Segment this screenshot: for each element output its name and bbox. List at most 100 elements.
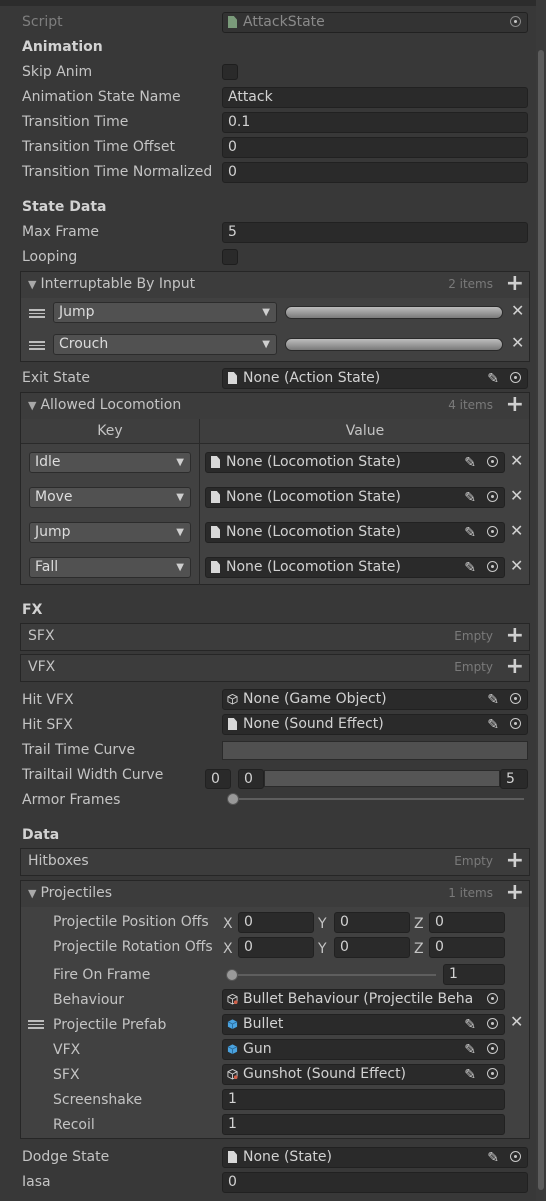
trail-width-max-field[interactable]: 5 (500, 769, 528, 789)
add-icon[interactable]: + (506, 392, 524, 417)
add-icon[interactable]: + (506, 654, 524, 679)
position-x-field[interactable]: 0 (238, 912, 314, 933)
trail-width-range-min-field[interactable]: 0 (238, 769, 264, 789)
pencil-icon[interactable]: ✎ (487, 370, 499, 388)
target-icon[interactable] (487, 561, 498, 572)
target-icon[interactable] (487, 526, 498, 537)
foldout-icon[interactable]: ▼ (28, 278, 36, 291)
dropdown-arrow-icon: ▼ (176, 527, 184, 538)
rotation-x-field[interactable]: 0 (238, 937, 314, 958)
behaviour-field[interactable]: Bullet Behaviour (Projectile Beha (222, 989, 505, 1010)
target-icon[interactable] (510, 16, 521, 27)
iasa-field[interactable]: 0 (222, 1172, 528, 1193)
vfx-list-header[interactable]: VFX Empty + (20, 654, 530, 682)
interruptable-list-header[interactable]: ▼ Interruptable By Input 2 items + (20, 271, 530, 299)
target-icon[interactable] (510, 693, 521, 704)
screenshake-field[interactable]: 1 (222, 1089, 505, 1110)
pencil-icon[interactable]: ✎ (464, 489, 476, 507)
pencil-icon[interactable]: ✎ (464, 524, 476, 542)
key-dropdown-idle[interactable]: Idle ▼ (29, 452, 191, 473)
hit-vfx-field[interactable]: None (Game Object) ✎ (222, 689, 528, 710)
list-item-slider[interactable] (285, 338, 503, 351)
trail-time-curve-field[interactable] (222, 741, 528, 760)
drag-handle-icon[interactable] (29, 339, 45, 351)
armor-frames-label: Armor Frames (22, 792, 121, 808)
state-data-header: State Data (22, 199, 107, 215)
add-icon[interactable]: + (506, 880, 524, 905)
target-icon[interactable] (487, 491, 498, 502)
value-field[interactable]: None (Locomotion State) ✎ (205, 557, 505, 578)
remove-icon[interactable]: ✕ (510, 556, 523, 575)
pencil-icon[interactable]: ✎ (464, 1066, 476, 1084)
pencil-icon[interactable]: ✎ (487, 1149, 499, 1167)
pencil-icon[interactable]: ✎ (487, 691, 499, 709)
key-dropdown-jump[interactable]: Jump ▼ (29, 522, 191, 543)
projectiles-list-header[interactable]: ▼ Projectiles 1 items + (20, 880, 530, 908)
target-icon[interactable] (510, 718, 521, 729)
add-icon[interactable]: + (506, 848, 524, 873)
pencil-icon[interactable]: ✎ (464, 559, 476, 577)
remove-icon[interactable]: ✕ (511, 301, 524, 320)
looping-checkbox[interactable] (222, 249, 238, 265)
fire-on-frame-slider-track[interactable] (228, 974, 436, 976)
value-field[interactable]: None (Locomotion State) ✎ (205, 452, 505, 473)
key-dropdown-fall[interactable]: Fall ▼ (29, 557, 191, 578)
dodge-state-field[interactable]: None (State) ✎ (222, 1147, 528, 1168)
remove-icon[interactable]: ✕ (511, 333, 524, 352)
projectile-sfx-field[interactable]: Gunshot (Sound Effect) ✎ (222, 1064, 505, 1085)
rotation-y-field[interactable]: 0 (334, 937, 410, 958)
vertical-scrollbar[interactable] (536, 0, 546, 1201)
foldout-icon[interactable]: ▼ (28, 887, 36, 900)
pencil-icon[interactable]: ✎ (464, 1016, 476, 1034)
hit-sfx-field[interactable]: None (Sound Effect) ✎ (222, 714, 528, 735)
remove-icon[interactable]: ✕ (510, 486, 523, 505)
armor-frames-slider-knob[interactable] (227, 793, 239, 805)
value-field[interactable]: None (Locomotion State) ✎ (205, 522, 505, 543)
target-icon[interactable] (487, 456, 498, 467)
value-field[interactable]: None (Locomotion State) ✎ (205, 487, 505, 508)
position-y-field[interactable]: 0 (334, 912, 410, 933)
foldout-icon[interactable]: ▼ (28, 399, 36, 412)
animation-state-name-field[interactable]: Attack (222, 87, 528, 108)
remove-icon[interactable]: ✕ (510, 1012, 523, 1031)
hitboxes-list-header[interactable]: Hitboxes Empty + (20, 848, 530, 876)
armor-frames-slider-track[interactable] (230, 798, 524, 800)
max-frame-field[interactable]: 5 (222, 222, 528, 243)
target-icon[interactable] (487, 1043, 498, 1054)
recoil-field[interactable]: 1 (222, 1114, 505, 1135)
list-item-dropdown[interactable]: Crouch ▼ (53, 334, 277, 355)
projectile-vfx-field[interactable]: Gun ✎ (222, 1039, 505, 1060)
allowed-locomotion-header[interactable]: ▼ Allowed Locomotion 4 items + (20, 392, 530, 420)
trail-width-range-slider[interactable] (264, 770, 500, 787)
rotation-z-field[interactable]: 0 (429, 937, 505, 958)
list-item-slider[interactable] (285, 306, 503, 319)
fire-on-frame-slider-knob[interactable] (226, 969, 238, 981)
scrollbar-thumb[interactable] (538, 50, 544, 1190)
position-z-field[interactable]: 0 (429, 912, 505, 933)
trail-width-min-field[interactable]: 0 (205, 769, 231, 789)
transition-time-field[interactable]: 0.1 (222, 112, 528, 133)
transition-offset-field[interactable]: 0 (222, 137, 528, 158)
target-icon[interactable] (510, 1151, 521, 1162)
add-icon[interactable]: + (506, 271, 524, 296)
exit-state-field[interactable]: None (Action State) ✎ (222, 368, 528, 389)
sfx-list-header[interactable]: SFX Empty + (20, 623, 530, 651)
transition-normalized-field[interactable]: 0 (222, 162, 528, 183)
remove-icon[interactable]: ✕ (510, 521, 523, 540)
remove-icon[interactable]: ✕ (510, 451, 523, 470)
target-icon[interactable] (487, 1018, 498, 1029)
fire-on-frame-field[interactable]: 1 (443, 964, 505, 985)
target-icon[interactable] (487, 1068, 498, 1079)
pencil-icon[interactable]: ✎ (487, 716, 499, 734)
target-icon[interactable] (510, 372, 521, 383)
key-dropdown-move[interactable]: Move ▼ (29, 487, 191, 508)
projectile-prefab-field[interactable]: Bullet ✎ (222, 1014, 505, 1035)
target-icon[interactable] (487, 993, 498, 1004)
drag-handle-icon[interactable] (28, 1018, 44, 1030)
pencil-icon[interactable]: ✎ (464, 454, 476, 472)
list-item-dropdown[interactable]: Jump ▼ (53, 302, 277, 323)
add-icon[interactable]: + (506, 623, 524, 648)
pencil-icon[interactable]: ✎ (464, 1041, 476, 1059)
drag-handle-icon[interactable] (29, 307, 45, 319)
skip-anim-checkbox[interactable] (222, 64, 238, 80)
